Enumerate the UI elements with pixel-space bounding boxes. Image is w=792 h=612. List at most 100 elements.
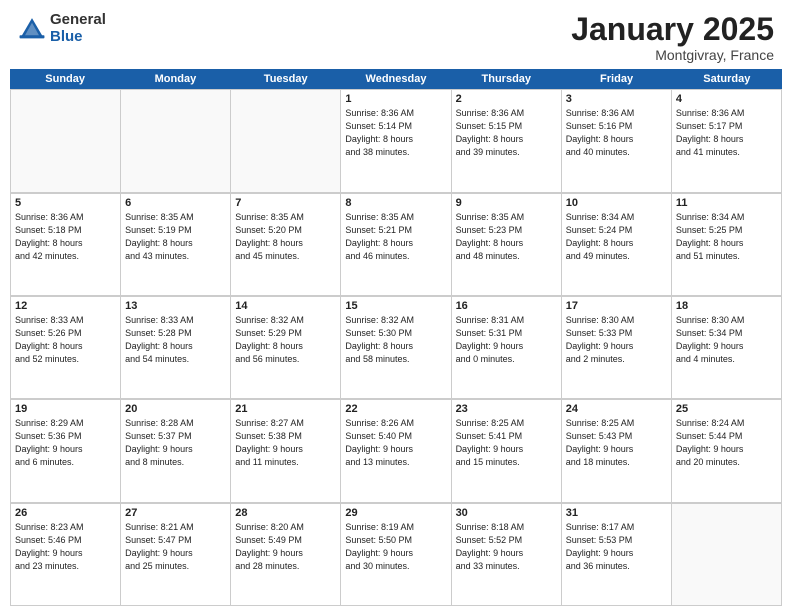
logo-general-text: General — [50, 12, 106, 29]
day-number: 7 — [235, 197, 336, 209]
day-info: Sunrise: 8:36 AM Sunset: 5:18 PM Dayligh… — [15, 211, 116, 263]
day-info: Sunrise: 8:36 AM Sunset: 5:14 PM Dayligh… — [345, 107, 446, 159]
header-day-saturday: Saturday — [672, 69, 782, 89]
day-cell-27: 27 Sunrise: 8:21 AM Sunset: 5:47 PM Dayli… — [121, 504, 231, 606]
day-number: 26 — [15, 507, 116, 519]
day-number: 23 — [456, 403, 557, 415]
day-cell-19: 19 Sunrise: 8:29 AM Sunset: 5:36 PM Dayli… — [11, 400, 121, 502]
day-info: Sunrise: 8:34 AM Sunset: 5:25 PM Dayligh… — [676, 211, 777, 263]
day-cell-25: 25Sunrise: 8:24 AM Sunset: 5:44 PM Dayli… — [672, 400, 782, 502]
week-row-3: 12Sunrise: 8:33 AM Sunset: 5:26 PM Dayli… — [10, 296, 782, 399]
day-number: 14 — [235, 300, 336, 312]
calendar-body: 1 Sunrise: 8:36 AM Sunset: 5:14 PM Daylig… — [10, 89, 782, 606]
day-info: Sunrise: 8:34 AM Sunset: 5:24 PM Dayligh… — [566, 211, 667, 263]
day-info: Sunrise: 8:29 AM Sunset: 5:36 PM Dayligh… — [15, 417, 116, 469]
header-day-thursday: Thursday — [451, 69, 561, 89]
week-row-2: 5 Sunrise: 8:36 AM Sunset: 5:18 PM Daylig… — [10, 193, 782, 296]
day-info: Sunrise: 8:35 AM Sunset: 5:21 PM Dayligh… — [345, 211, 446, 263]
day-info: Sunrise: 8:23 AM Sunset: 5:46 PM Dayligh… — [15, 521, 116, 573]
header-day-sunday: Sunday — [10, 69, 120, 89]
day-number: 24 — [566, 403, 667, 415]
day-number: 19 — [15, 403, 116, 415]
day-cell-24: 24 Sunrise: 8:25 AM Sunset: 5:43 PM Dayli… — [562, 400, 672, 502]
day-cell-8: 8 Sunrise: 8:35 AM Sunset: 5:21 PM Daylig… — [341, 194, 451, 296]
day-number: 17 — [566, 300, 667, 312]
day-info: Sunrise: 8:36 AM Sunset: 5:17 PM Dayligh… — [676, 107, 777, 159]
day-info: Sunrise: 8:26 AM Sunset: 5:40 PM Dayligh… — [345, 417, 446, 469]
day-cell-1: 1 Sunrise: 8:36 AM Sunset: 5:14 PM Daylig… — [341, 90, 451, 192]
day-info: Sunrise: 8:32 AM Sunset: 5:30 PM Dayligh… — [345, 314, 446, 366]
day-number: 18 — [676, 300, 777, 312]
day-cell-6: 6 Sunrise: 8:35 AM Sunset: 5:19 PM Daylig… — [121, 194, 231, 296]
title-block: January 2025 Montgivray, France — [571, 12, 774, 63]
day-number: 13 — [125, 300, 226, 312]
day-number: 30 — [456, 507, 557, 519]
day-number: 16 — [456, 300, 557, 312]
day-cell-12: 12Sunrise: 8:33 AM Sunset: 5:26 PM Dayli… — [11, 297, 121, 399]
day-number: 12 — [15, 300, 116, 312]
week-row-1: 1 Sunrise: 8:36 AM Sunset: 5:14 PM Daylig… — [10, 89, 782, 192]
day-cell-20: 20 Sunrise: 8:28 AM Sunset: 5:37 PM Dayli… — [121, 400, 231, 502]
day-number: 5 — [15, 197, 116, 209]
day-number: 9 — [456, 197, 557, 209]
day-info: Sunrise: 8:35 AM Sunset: 5:20 PM Dayligh… — [235, 211, 336, 263]
day-number: 11 — [676, 197, 777, 209]
day-info: Sunrise: 8:32 AM Sunset: 5:29 PM Dayligh… — [235, 314, 336, 366]
day-number: 29 — [345, 507, 446, 519]
day-cell-empty — [121, 90, 231, 192]
day-number: 22 — [345, 403, 446, 415]
logo-icon — [18, 15, 46, 43]
day-cell-10: 10Sunrise: 8:34 AM Sunset: 5:24 PM Dayli… — [562, 194, 672, 296]
day-number: 31 — [566, 507, 667, 519]
day-cell-16: 16 Sunrise: 8:31 AM Sunset: 5:31 PM Dayli… — [452, 297, 562, 399]
day-number: 15 — [345, 300, 446, 312]
day-cell-13: 13 Sunrise: 8:33 AM Sunset: 5:28 PM Dayli… — [121, 297, 231, 399]
day-info: Sunrise: 8:25 AM Sunset: 5:41 PM Dayligh… — [456, 417, 557, 469]
day-cell-empty — [231, 90, 341, 192]
day-cell-18: 18Sunrise: 8:30 AM Sunset: 5:34 PM Dayli… — [672, 297, 782, 399]
day-cell-empty — [672, 504, 782, 606]
day-cell-30: 30Sunrise: 8:18 AM Sunset: 5:52 PM Dayli… — [452, 504, 562, 606]
day-info: Sunrise: 8:21 AM Sunset: 5:47 PM Dayligh… — [125, 521, 226, 573]
day-cell-22: 22 Sunrise: 8:26 AM Sunset: 5:40 PM Dayli… — [341, 400, 451, 502]
day-cell-26: 26 Sunrise: 8:23 AM Sunset: 5:46 PM Dayli… — [11, 504, 121, 606]
day-cell-17: 17 Sunrise: 8:30 AM Sunset: 5:33 PM Dayli… — [562, 297, 672, 399]
day-info: Sunrise: 8:33 AM Sunset: 5:28 PM Dayligh… — [125, 314, 226, 366]
header-day-tuesday: Tuesday — [231, 69, 341, 89]
day-number: 27 — [125, 507, 226, 519]
calendar-header: SundayMondayTuesdayWednesdayThursdayFrid… — [10, 69, 782, 89]
day-info: Sunrise: 8:36 AM Sunset: 5:15 PM Dayligh… — [456, 107, 557, 159]
day-number: 6 — [125, 197, 226, 209]
day-info: Sunrise: 8:28 AM Sunset: 5:37 PM Dayligh… — [125, 417, 226, 469]
day-info: Sunrise: 8:35 AM Sunset: 5:23 PM Dayligh… — [456, 211, 557, 263]
day-cell-15: 15 Sunrise: 8:32 AM Sunset: 5:30 PM Dayli… — [341, 297, 451, 399]
day-cell-5: 5 Sunrise: 8:36 AM Sunset: 5:18 PM Daylig… — [11, 194, 121, 296]
day-cell-2: 2Sunrise: 8:36 AM Sunset: 5:15 PM Daylig… — [452, 90, 562, 192]
day-info: Sunrise: 8:30 AM Sunset: 5:33 PM Dayligh… — [566, 314, 667, 366]
week-row-5: 26 Sunrise: 8:23 AM Sunset: 5:46 PM Dayli… — [10, 503, 782, 606]
day-cell-4: 4Sunrise: 8:36 AM Sunset: 5:17 PM Daylig… — [672, 90, 782, 192]
day-info: Sunrise: 8:27 AM Sunset: 5:38 PM Dayligh… — [235, 417, 336, 469]
day-info: Sunrise: 8:20 AM Sunset: 5:49 PM Dayligh… — [235, 521, 336, 573]
day-number: 21 — [235, 403, 336, 415]
day-cell-14: 14 Sunrise: 8:32 AM Sunset: 5:29 PM Dayli… — [231, 297, 341, 399]
day-number: 20 — [125, 403, 226, 415]
day-info: Sunrise: 8:25 AM Sunset: 5:43 PM Dayligh… — [566, 417, 667, 469]
day-cell-23: 23 Sunrise: 8:25 AM Sunset: 5:41 PM Dayli… — [452, 400, 562, 502]
day-number: 28 — [235, 507, 336, 519]
day-cell-31: 31Sunrise: 8:17 AM Sunset: 5:53 PM Dayli… — [562, 504, 672, 606]
calendar-subtitle: Montgivray, France — [571, 47, 774, 63]
day-info: Sunrise: 8:19 AM Sunset: 5:50 PM Dayligh… — [345, 521, 446, 573]
calendar-title: January 2025 — [571, 12, 774, 47]
day-number: 1 — [345, 93, 446, 105]
calendar: SundayMondayTuesdayWednesdayThursdayFrid… — [0, 69, 792, 612]
day-cell-11: 11 Sunrise: 8:34 AM Sunset: 5:25 PM Dayli… — [672, 194, 782, 296]
logo: General Blue — [18, 12, 106, 45]
day-number: 3 — [566, 93, 667, 105]
day-number: 25 — [676, 403, 777, 415]
day-info: Sunrise: 8:31 AM Sunset: 5:31 PM Dayligh… — [456, 314, 557, 366]
day-cell-7: 7 Sunrise: 8:35 AM Sunset: 5:20 PM Daylig… — [231, 194, 341, 296]
day-cell-3: 3Sunrise: 8:36 AM Sunset: 5:16 PM Daylig… — [562, 90, 672, 192]
day-number: 8 — [345, 197, 446, 209]
day-info: Sunrise: 8:35 AM Sunset: 5:19 PM Dayligh… — [125, 211, 226, 263]
